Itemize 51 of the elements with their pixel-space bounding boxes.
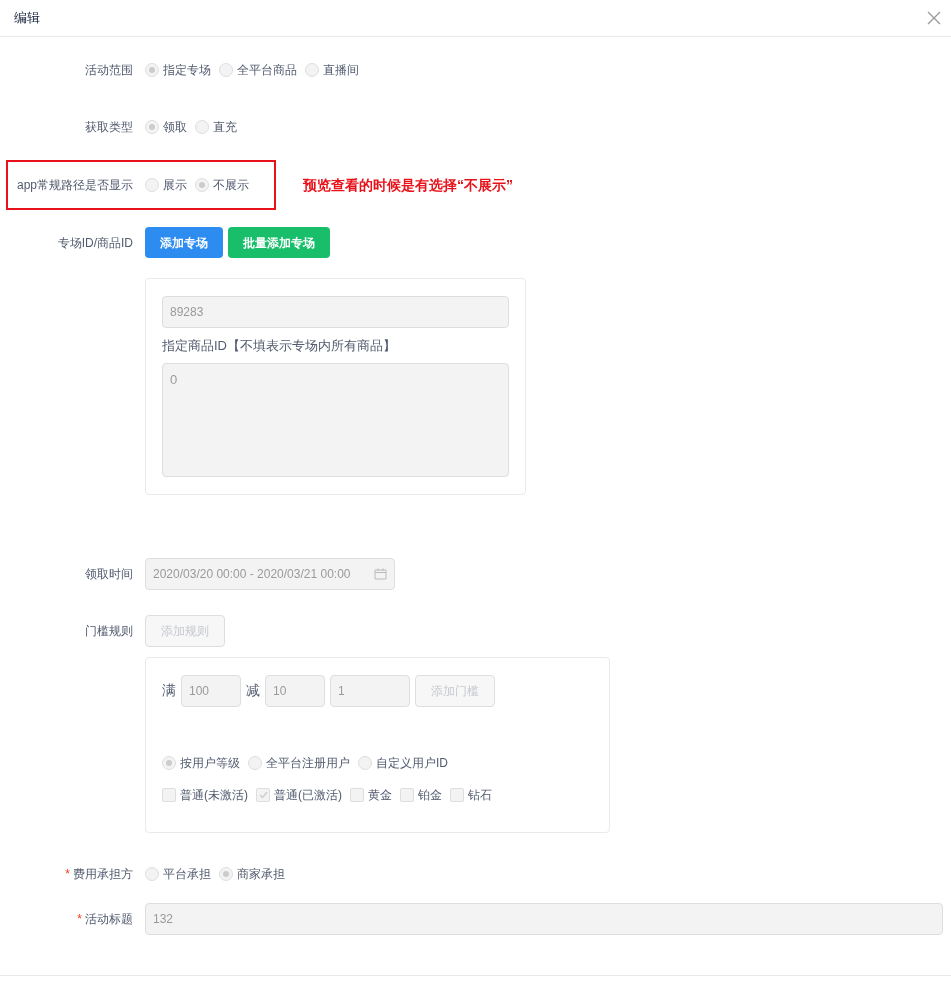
field-label: 活动范围 (85, 62, 133, 79)
close-icon[interactable] (927, 11, 941, 25)
radio-option[interactable]: 商家承担 (219, 864, 285, 883)
full-label: 满 (162, 681, 176, 700)
radio-icon[interactable] (248, 755, 262, 770)
radio-icon[interactable] (145, 178, 159, 192)
radio-icon[interactable] (195, 178, 209, 192)
radio-icon[interactable] (219, 63, 233, 77)
radio-icon[interactable] (145, 866, 159, 881)
radio-icon[interactable] (219, 866, 233, 881)
required-mark: * (77, 910, 82, 928)
radio-icon[interactable] (305, 63, 319, 77)
radio-option[interactable]: 直充 (195, 118, 237, 136)
radio-option[interactable]: 按用户等级 (162, 753, 240, 772)
calendar-icon (374, 567, 387, 580)
field-label: 获取类型 (85, 119, 133, 136)
radio-icon[interactable] (145, 63, 159, 77)
field-label: 门槛规则 (85, 622, 133, 640)
field-label: app常规路径是否显示 (16, 177, 133, 194)
dialog-title: 编辑 (14, 9, 40, 28)
radio-option[interactable]: 不展示 (195, 176, 249, 194)
radio-icon[interactable] (162, 755, 176, 770)
checkbox-icon[interactable] (450, 787, 464, 802)
radio-icon[interactable] (145, 120, 159, 134)
radio-option[interactable]: 直播间 (305, 61, 359, 79)
radio-icon[interactable] (195, 120, 209, 134)
radio-option[interactable]: 平台承担 (145, 864, 211, 883)
level-checkbox[interactable]: 黄金 (350, 785, 392, 804)
radio-option[interactable]: 展示 (145, 176, 187, 194)
level-checkbox[interactable]: 钻石 (450, 785, 492, 804)
radio-option[interactable]: 全平台注册用户 (248, 753, 350, 772)
level-checkbox[interactable]: 普通(已激活) (256, 785, 342, 804)
radio-option[interactable]: 领取 (145, 118, 187, 136)
radio-option[interactable]: 指定专场 (145, 61, 211, 79)
field-label: 费用承担方 (73, 865, 133, 883)
field-label: 领取时间 (85, 565, 133, 583)
checkbox-icon[interactable] (162, 787, 176, 802)
minus-label: 减 (246, 681, 260, 700)
radio-icon[interactable] (358, 755, 372, 770)
radio-option[interactable]: 自定义用户ID (358, 753, 448, 772)
annotation-note: 预览查看的时候是有选择“不展示” (303, 175, 513, 195)
checkbox-icon[interactable] (400, 787, 414, 802)
checkbox-icon[interactable] (350, 787, 364, 802)
level-checkbox[interactable]: 铂金 (400, 785, 442, 804)
checkbox-icon[interactable] (256, 787, 270, 802)
level-checkbox[interactable]: 普通(未激活) (162, 785, 248, 804)
required-mark: * (65, 865, 70, 883)
field-label: 专场ID/商品ID (57, 234, 133, 252)
radio-option[interactable]: 全平台商品 (219, 61, 297, 79)
goods-id-label: 指定商品ID【不填表示专场内所有商品】 (162, 337, 397, 355)
field-label: 活动标题 (85, 910, 133, 928)
